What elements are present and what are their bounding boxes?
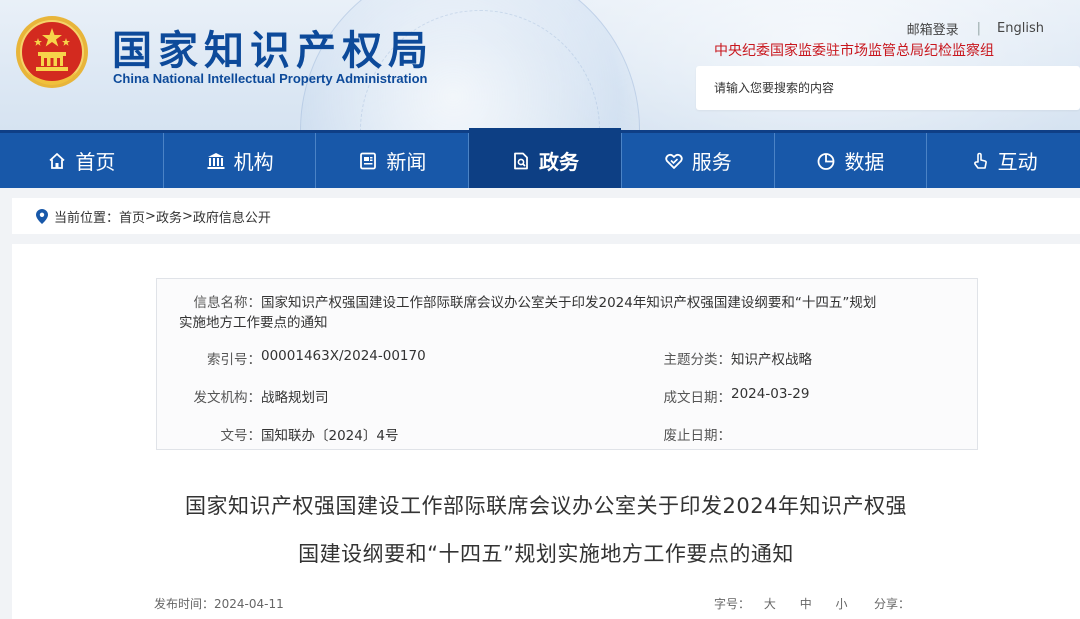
breadcrumb-government-info[interactable]: 政府信息公开 [193, 207, 271, 226]
font-size-controls: 字号： 大 中 小 [714, 595, 848, 612]
site-header: 国家知识产权局 China National Intellectual Prop… [0, 0, 1080, 130]
nav-item-institution[interactable]: 机构 [164, 133, 317, 188]
breadcrumb-government-affairs[interactable]: 政务 [156, 207, 182, 226]
main-content: 信息名称： 国家知识产权强国建设工作部际联席会议办公室关于印发2024年知识产权… [12, 244, 1080, 619]
site-logo-subtitle: China National Intellectual Property Adm… [113, 71, 428, 86]
publish-info: 发布时间：2024-04-11 [154, 595, 284, 612]
publish-label: 发布时间： [154, 597, 215, 611]
info-expiry-label: 废止日期： [663, 428, 732, 444]
nav-item-interaction[interactable]: 互动 [927, 133, 1080, 188]
font-size-large-button[interactable]: 大 [764, 597, 776, 611]
article-title-line1: 国家知识产权强国建设工作部际联席会议办公室关于印发2024年知识产权强 [185, 494, 907, 518]
nav-item-label: 新闻 [386, 150, 427, 174]
nav-item-home[interactable]: 首页 [0, 133, 164, 188]
home-icon [49, 152, 66, 169]
info-name-value-line1: 国家知识产权强国建设工作部际联席会议办公室关于印发2024年知识产权强国建设纲要… [261, 295, 877, 311]
discipline-office-link[interactable]: 中央纪委国家监委驻市场监管总局纪检监察组 [714, 40, 994, 60]
info-index-value: 00001463X/2024-00170 [261, 348, 426, 364]
font-size-medium-button[interactable]: 中 [800, 597, 812, 611]
font-size-small-button[interactable]: 小 [836, 597, 848, 611]
location-pin-icon [36, 208, 48, 224]
font-size-label: 字号： [714, 597, 751, 611]
government-affairs-icon [514, 152, 528, 169]
breadcrumb-separator: > [145, 208, 156, 224]
news-icon [360, 152, 377, 169]
info-issuer-value: 战略规划司 [261, 390, 329, 406]
nav-item-government-affairs[interactable]: 政务 [469, 128, 622, 188]
search-input[interactable] [714, 81, 1054, 95]
info-topic-label: 主题分类： [663, 352, 732, 368]
nav-item-label: 首页 [75, 150, 116, 174]
english-link[interactable]: English [997, 21, 1044, 36]
nav-item-label: 互动 [997, 150, 1038, 174]
nav-item-label: 机构 [233, 150, 274, 174]
top-link-separator: | [976, 21, 982, 36]
site-logo-title[interactable]: 国家知识产权局 [112, 18, 434, 76]
info-doc-number-value: 国知联办〔2024〕4号 [261, 428, 399, 444]
interaction-icon [973, 152, 987, 169]
breadcrumb-home[interactable]: 首页 [119, 207, 145, 226]
breadcrumb-separator: > [181, 208, 193, 224]
search-box [696, 66, 1080, 110]
data-icon [818, 152, 835, 170]
info-doc-number-label: 文号： [220, 428, 262, 444]
nav-item-label: 数据 [844, 150, 885, 174]
article-title-line2: 国建设纲要和“十四五”规划实施地方工作要点的通知 [298, 542, 794, 566]
nav-item-data[interactable]: 数据 [775, 133, 928, 188]
nav-item-news[interactable]: 新闻 [316, 133, 470, 188]
info-date-value: 2024-03-29 [731, 386, 810, 402]
info-topic-value: 知识产权战略 [731, 352, 812, 368]
publish-date: 2024-04-11 [214, 597, 284, 611]
info-index-label: 索引号： [207, 352, 261, 368]
share-controls: 分享： [874, 595, 910, 612]
institution-icon [207, 152, 225, 169]
nav-item-service[interactable]: 服务 [622, 133, 775, 188]
nav-item-label: 服务 [691, 150, 732, 174]
main-navigation: 首页 机构 新闻 政务 服务 数据 互动 [0, 128, 1080, 188]
nav-item-label: 政务 [539, 150, 580, 174]
document-info-table: 信息名称： 国家知识产权强国建设工作部际联席会议办公室关于印发2024年知识产权… [156, 278, 978, 450]
national-emblem-icon[interactable] [14, 14, 90, 90]
share-label: 分享： [874, 597, 911, 611]
info-name-label: 信息名称： [193, 295, 262, 311]
service-icon [665, 153, 683, 169]
top-links: 邮箱登录 | English [907, 19, 1044, 38]
info-name-value-line2: 实施地方工作要点的通知 [179, 315, 328, 331]
info-date-label: 成文日期： [663, 390, 732, 406]
breadcrumb-prefix: 当前位置： [54, 210, 120, 226]
mail-login-link[interactable]: 邮箱登录 [907, 19, 959, 38]
breadcrumb: 当前位置： 首页 > 政务 > 政府信息公开 [12, 198, 1080, 234]
info-issuer-label: 发文机构： [193, 390, 262, 406]
